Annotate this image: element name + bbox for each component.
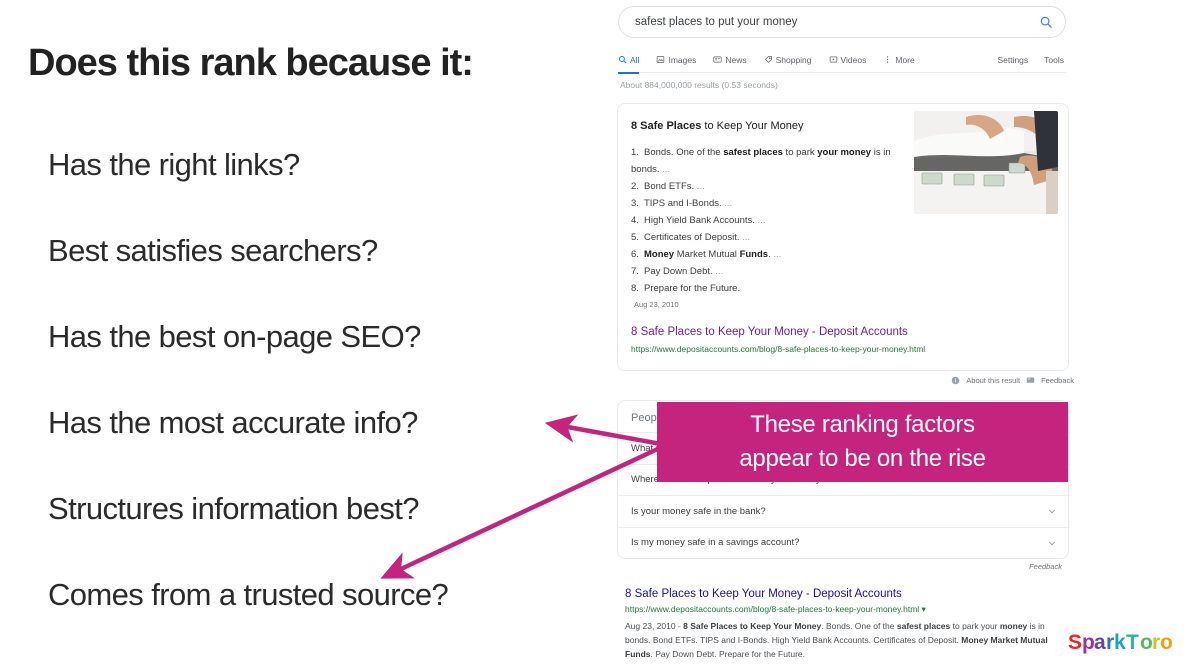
featured-snippet-list-item: 3. TIPS and I-Bonds. ... xyxy=(631,198,733,209)
snippet-about-row: About this result Feedback xyxy=(884,376,1074,385)
logo-letter: k xyxy=(1114,631,1126,654)
logo-letter: S xyxy=(1068,631,1082,654)
tab-shopping[interactable]: Shopping xyxy=(764,47,821,73)
featured-snippet-link[interactable]: 8 Safe Places to Keep Your Money - Depos… xyxy=(631,326,908,338)
serp-nav-tabs: All Images News Shopping Videos More Set… xyxy=(618,47,1066,74)
paa-question-row[interactable]: Is my money safe in a savings account? xyxy=(618,526,1070,558)
search-box[interactable]: safest places to put your money xyxy=(618,6,1066,38)
featured-snippet-list-item: 6. Money Market Mutual Funds. ... xyxy=(631,249,782,260)
paa-question-label: Is my money safe in a savings account? xyxy=(631,537,800,548)
featured-snippet-list-item: 2. Bond ETFs. ... xyxy=(631,181,705,192)
sparktoro-logo[interactable]: SparkToro xyxy=(1066,626,1186,658)
list-item: Comes from a trusted source? xyxy=(48,577,449,612)
logo-letter: a xyxy=(1094,631,1106,654)
featured-snippet-date: Aug 23, 2010 xyxy=(634,300,679,309)
logo-letter: o xyxy=(1140,631,1153,654)
organic-result-desc-body: 8 Safe Places to Keep Your Money. Bonds.… xyxy=(625,621,1048,659)
list-item: Structures information best? xyxy=(48,491,419,526)
logo-letter: r xyxy=(1152,631,1160,654)
sparktoro-wordmark: SparkToro xyxy=(1068,631,1173,654)
featured-snippet-list-item: 1. Bonds. One of the safest places to par… xyxy=(631,147,891,175)
results-count: About 884,000,000 results (0.53 seconds) xyxy=(620,80,778,90)
settings-link[interactable]: Settings xyxy=(997,55,1028,65)
tab-videos-label: Videos xyxy=(840,54,867,65)
list-item: Has the best on-page SEO? xyxy=(48,319,421,354)
paa-feedback-label[interactable]: Feedback xyxy=(612,562,1070,571)
callout-line-1: These ranking factors xyxy=(750,411,975,438)
slide-canvas: Does this rank because it: Has the right… xyxy=(0,0,1200,669)
cash-under-mattress-photo xyxy=(914,111,1058,214)
page-title: Does this rank because it: xyxy=(28,42,474,84)
callout-box: These ranking factors appear to be on th… xyxy=(657,402,1068,482)
left-content-panel: Does this rank because it: Has the right… xyxy=(0,0,612,669)
tab-all-label: All xyxy=(630,54,640,65)
list-item: Has the most accurate info? xyxy=(48,405,418,440)
search-icon xyxy=(619,56,627,64)
organic-result-url[interactable]: https://www.depositaccounts.com/blog/8-s… xyxy=(625,604,1077,615)
featured-snippet-card: 8 Safe Places to Keep Your Money 1. Bonds… xyxy=(617,103,1069,371)
about-this-result-label[interactable]: About this result xyxy=(966,376,1020,385)
chevron-down-icon[interactable] xyxy=(1047,506,1057,516)
featured-snippet-list-item: 8. Prepare for the Future. xyxy=(631,283,741,294)
search-bar[interactable]: safest places to put your money xyxy=(618,6,1066,38)
logo-letter: T xyxy=(1126,631,1139,654)
feedback-icon xyxy=(1026,377,1035,383)
featured-snippet-url[interactable]: https://www.depositaccounts.com/blog/8-s… xyxy=(631,344,925,354)
search-input[interactable]: safest places to put your money xyxy=(635,16,1039,28)
chevron-down-icon[interactable]: ▾ xyxy=(922,604,926,614)
organic-result-url-text: https://www.depositaccounts.com/blog/8-s… xyxy=(625,604,920,614)
chevron-down-icon[interactable] xyxy=(1047,538,1057,548)
logo-letter: o xyxy=(1160,631,1173,654)
featured-snippet-list-item: 5. Certificates of Deposit. ... xyxy=(631,232,751,243)
featured-snippet-list: 1. Bonds. One of the safest places to par… xyxy=(631,144,911,297)
organic-result-desc-date: Aug 23, 2010 - xyxy=(625,621,684,631)
organic-result: 8 Safe Places to Keep Your Money - Depos… xyxy=(625,588,1077,661)
tab-more-label: More xyxy=(895,54,915,65)
tab-images-label: Images xyxy=(668,54,697,65)
tab-images[interactable]: Images xyxy=(656,47,705,73)
search-icon[interactable] xyxy=(1039,15,1053,29)
tag-icon xyxy=(764,56,772,64)
featured-snippet-title: 8 Safe Places to Keep Your Money xyxy=(631,120,803,132)
tab-shopping-label: Shopping xyxy=(775,54,812,65)
more-vertical-icon xyxy=(887,56,889,63)
tab-more[interactable]: More xyxy=(883,47,923,73)
tab-videos[interactable]: Videos xyxy=(829,47,876,73)
logo-letter: p xyxy=(1082,631,1095,654)
tab-all[interactable]: All xyxy=(618,47,648,74)
callout-line-2: appear to be on the rise xyxy=(739,445,986,472)
organic-result-description: Aug 23, 2010 - 8 Safe Places to Keep You… xyxy=(625,619,1070,661)
video-icon xyxy=(829,56,837,63)
paa-question-row[interactable]: Is your money safe in the bank? xyxy=(618,495,1070,526)
tools-link[interactable]: Tools xyxy=(1044,55,1064,65)
list-item: Has the right links? xyxy=(48,147,300,182)
featured-snippet-list-item: 7. Pay Down Debt. ... xyxy=(631,266,724,277)
image-icon xyxy=(657,56,665,63)
featured-snippet-title-bold: 8 Safe Places xyxy=(631,120,702,132)
tab-news[interactable]: News xyxy=(713,47,755,73)
snippet-feedback-label[interactable]: Feedback xyxy=(1041,376,1074,385)
list-item: Best satisfies searchers? xyxy=(48,233,378,268)
featured-snippet-list-item: 4. High Yield Bank Accounts. ... xyxy=(631,215,766,226)
featured-snippet-thumbnail[interactable] xyxy=(914,111,1058,214)
google-serp-screenshot: safest places to put your money All Imag… xyxy=(612,0,1200,669)
ranking-factor-list: Has the right links? Best satisfies sear… xyxy=(48,145,608,661)
featured-snippet-title-rest: to Keep Your Money xyxy=(701,120,804,132)
organic-result-title[interactable]: 8 Safe Places to Keep Your Money - Depos… xyxy=(625,588,1077,600)
info-icon xyxy=(952,376,960,385)
tab-news-label: News xyxy=(725,54,747,65)
paa-question-label: Is your money safe in the bank? xyxy=(631,505,766,517)
serp-nav-right: Settings Tools xyxy=(997,55,1066,65)
logo-letter: r xyxy=(1106,631,1114,654)
news-icon xyxy=(713,56,722,63)
